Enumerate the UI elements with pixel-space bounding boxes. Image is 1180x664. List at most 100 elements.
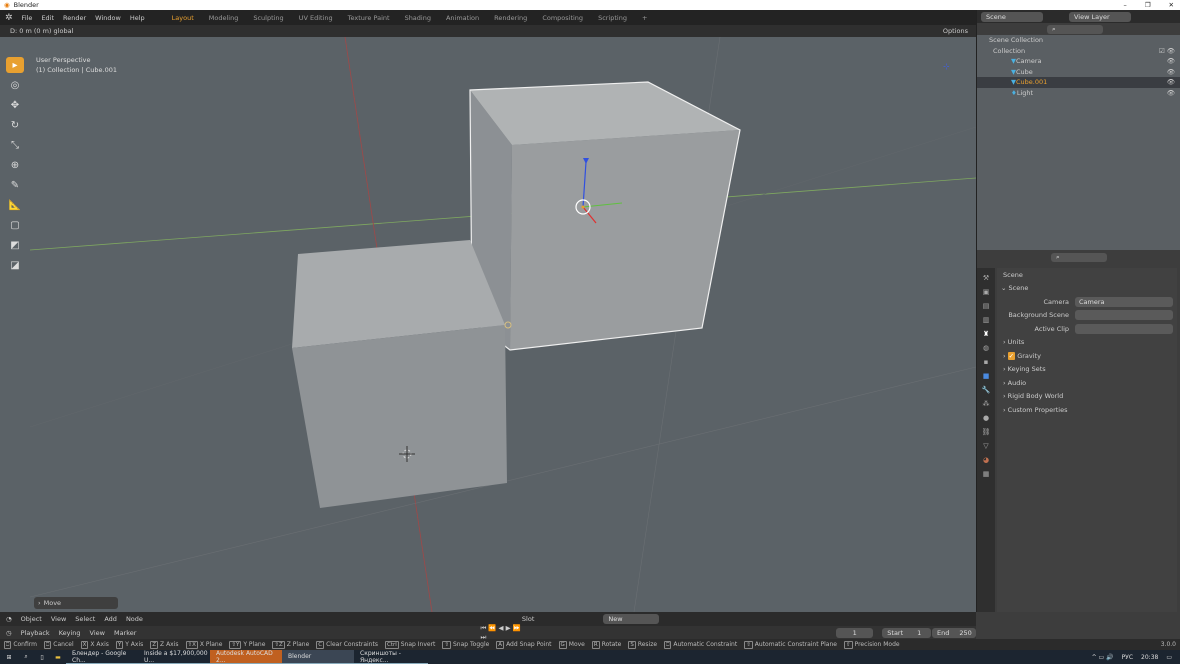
outliner-item-light[interactable]: ♦ Light 👁 [977,88,1180,99]
audio-section[interactable]: › Audio [997,376,1177,390]
object-mode-dropdown[interactable]: Object [21,615,42,623]
camera-field[interactable]: Camera [1075,296,1173,307]
gravity-section[interactable]: › ✓ Gravity [997,349,1177,363]
active-clip-field[interactable] [1075,323,1173,334]
material-tab-icon[interactable]: ◕ [983,456,989,464]
measure-tool-icon[interactable]: 📐 [6,197,24,213]
particles-tab-icon[interactable]: ⁂ [983,400,990,408]
menu-edit[interactable]: Edit [41,14,54,22]
task-autocad[interactable]: Autodesk AutoCAD 2... [210,650,282,664]
gravity-checkbox[interactable]: ✓ [1007,351,1016,360]
options-dropdown[interactable]: Options [943,27,968,35]
operator-panel-move[interactable]: › Move [34,597,118,609]
menu-node[interactable]: Node [126,615,143,623]
keying-sets-section[interactable]: › Keying Sets [997,363,1177,377]
view-layer-tab-icon[interactable]: ▥ [983,316,990,324]
view-layer-selector[interactable]: View Layer [1069,11,1131,22]
menu-file[interactable]: File [22,14,33,22]
outliner-search-input[interactable]: ⌕ [1047,24,1103,34]
outliner-scene-collection[interactable]: Scene Collection [977,35,1180,46]
move-tool-icon[interactable]: ✥ [6,97,24,113]
inset-tool-icon[interactable]: ◪ [6,257,24,273]
constraints-tab-icon[interactable]: ⛓ [982,428,991,436]
transform-tool-icon[interactable]: ⊕ [6,157,24,173]
language-indicator[interactable]: РУС [1122,654,1133,661]
tab-rendering[interactable]: Rendering [491,12,530,24]
task-blender[interactable]: Blender [282,650,354,664]
keying-menu[interactable]: Keying [59,629,81,637]
modifier-tab-icon[interactable]: 🔧 [982,386,991,394]
object-tab-icon[interactable]: ■ [983,372,990,380]
tab-animation[interactable]: Animation [443,12,482,24]
texture-tab-icon[interactable]: ▦ [983,470,990,478]
tab-texture-paint[interactable]: Texture Paint [345,12,393,24]
task-explorer[interactable]: Скриншоты - Яндекс... [354,650,428,664]
menu-view[interactable]: View [51,615,66,623]
eye-icon[interactable]: 👁 [1167,78,1175,86]
scene-tab-icon[interactable]: ♜ [983,330,989,338]
properties-search-input[interactable]: ⌕ [1051,252,1107,262]
eye-icon[interactable]: 👁 [1167,68,1175,76]
maximize-button[interactable]: ❐ [1145,1,1151,9]
close-button[interactable]: ✕ [1169,1,1174,9]
navigation-gizmo[interactable]: ⊹ [943,62,950,71]
tab-sculpting[interactable]: Sculpting [250,12,286,24]
minimize-button[interactable]: – [1123,1,1126,9]
custom-properties-section[interactable]: › Custom Properties [997,403,1177,417]
notifications-icon[interactable]: ▭ [1166,654,1172,661]
search-icon[interactable]: ⌕ [18,653,34,661]
outliner-item-cube-001[interactable]: ▼ Cube.001 👁 [977,77,1180,88]
timeline-icon[interactable]: ◷ [6,629,12,637]
explorer-icon[interactable]: ▬ [50,654,66,661]
scene-panel-header[interactable]: ⌄ Scene [997,282,1177,296]
data-tab-icon[interactable]: ▽ [983,442,988,450]
tab-shading[interactable]: Shading [402,12,434,24]
marker-menu[interactable]: Marker [114,629,136,637]
3d-viewport[interactable]: User Perspective (1) Collection | Cube.0… [30,37,976,612]
output-tab-icon[interactable]: ▤ [983,302,990,310]
menu-render[interactable]: Render [63,14,86,22]
outliner-item-cube[interactable]: ▼ Cube 👁 [977,67,1180,78]
scale-tool-icon[interactable]: ⤡ [6,137,24,153]
menu-window[interactable]: Window [95,14,121,22]
menu-add[interactable]: Add [104,615,117,623]
start-button-icon[interactable]: ⊞ [0,654,18,661]
annotate-tool-icon[interactable]: ✎ [6,177,24,193]
tab-uv-editing[interactable]: UV Editing [296,12,336,24]
playback-menu[interactable]: Playback [21,629,50,637]
outliner-item-camera[interactable]: ▼ Camera 👁 [977,56,1180,67]
rigid-body-world-section[interactable]: › Rigid Body World [997,390,1177,404]
visibility-icon[interactable]: ☑ 👁 [1159,47,1175,55]
task-chrome-2[interactable]: Inside a $17,900,000 U... [138,650,210,664]
tray-icons[interactable]: ^ ▭ 🔊 [1092,654,1114,661]
blender-menu-icon[interactable]: ✲ [5,13,13,23]
tool-tab-icon[interactable]: ⚒ [983,274,989,282]
outliner-collection[interactable]: Collection ☑ 👁 [977,46,1180,57]
collection-tab-icon[interactable]: ▪ [984,358,989,366]
tab-scripting[interactable]: Scripting [595,12,630,24]
units-section[interactable]: › Units [997,336,1177,350]
menu-help[interactable]: Help [130,14,145,22]
menu-select[interactable]: Select [75,615,95,623]
eye-icon[interactable]: 👁 [1167,57,1175,65]
timeline-view-menu[interactable]: View [90,629,105,637]
tab-modeling[interactable]: Modeling [206,12,242,24]
task-view-icon[interactable]: ▯ [34,654,50,661]
cursor-tool-icon[interactable]: ◎ [6,77,24,93]
start-frame-field[interactable]: Start 1 [882,627,931,638]
scene-selector[interactable]: Scene [981,11,1043,22]
new-material-button[interactable]: New [603,614,660,624]
editor-type-icon[interactable]: ◔ [6,615,12,623]
tab-compositing[interactable]: Compositing [539,12,586,24]
current-frame-field[interactable]: 1 [836,627,874,638]
add-cube-tool-icon[interactable]: ▢ [6,217,24,233]
background-scene-field[interactable] [1075,310,1173,321]
rotate-tool-icon[interactable]: ↻ [6,117,24,133]
tab-layout[interactable]: Layout [169,12,197,24]
clock[interactable]: 20:38 [1141,654,1158,661]
add-workspace-button[interactable]: + [639,12,650,24]
select-tool-icon[interactable]: ▸ [6,57,24,73]
extrude-tool-icon[interactable]: ◩ [6,237,24,253]
end-frame-field[interactable]: End 250 [932,627,976,638]
render-tab-icon[interactable]: ▣ [983,288,990,296]
